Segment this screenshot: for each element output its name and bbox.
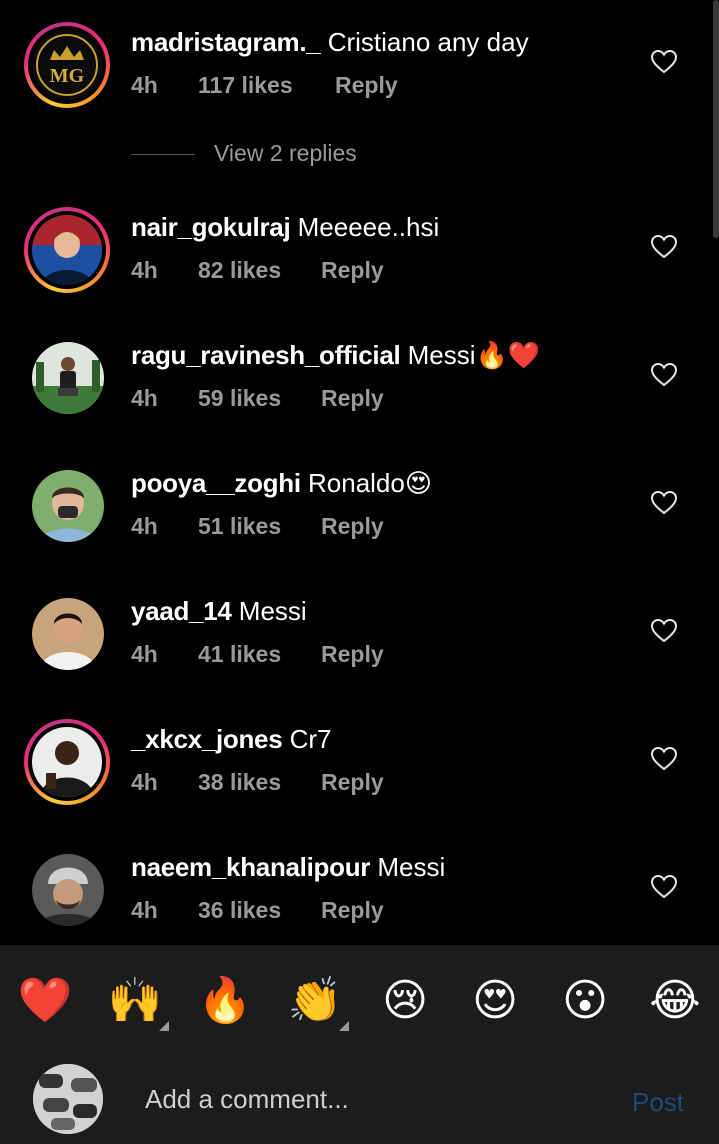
reaction-clapping-hands[interactable]: 👏 (287, 973, 349, 1031)
comment-item: naeem_khanalipour Messi 4h 36 likes Repl… (0, 847, 719, 957)
avatar[interactable] (32, 470, 104, 542)
comment-username[interactable]: naeem_khanalipour (131, 852, 370, 882)
comment-input[interactable]: Add a comment... (145, 1084, 349, 1115)
comment-username[interactable]: nair_gokulraj (131, 212, 291, 242)
avatar (32, 727, 102, 797)
comment-item: MG madristagram._ Cristiano any day 4h 1… (0, 22, 719, 132)
avatar[interactable] (32, 854, 104, 926)
avatar-story-ring[interactable] (24, 719, 110, 805)
comment-likes[interactable]: 82 likes (198, 257, 281, 284)
comment-item: nair_gokulraj Meeeee..hsi 4h 82 likes Re… (0, 207, 719, 317)
comments-list: MG madristagram._ Cristiano any day 4h 1… (0, 0, 719, 945)
reply-button[interactable]: Reply (321, 897, 384, 924)
comment-text: Messi🔥❤️ (407, 340, 541, 370)
comment-item: _xkcx_jones Cr7 4h 38 likes Reply (0, 719, 719, 829)
skin-tone-triangle-icon (339, 1021, 349, 1031)
reply-button[interactable]: Reply (321, 513, 384, 540)
comment-time: 4h (131, 641, 158, 667)
avatar: MG (32, 30, 102, 100)
heart-outline-icon[interactable] (651, 235, 677, 259)
reply-button[interactable]: Reply (321, 257, 384, 284)
reaction-tears-of-joy[interactable]: 😂 (647, 973, 703, 1029)
comment-item: ragu_ravinesh_official Messi🔥❤️ 4h 59 li… (0, 335, 719, 445)
reply-button[interactable]: Reply (335, 72, 398, 99)
raising-hands-emoji: 🙌 (107, 976, 163, 1025)
comment-username[interactable]: yaad_14 (131, 596, 232, 626)
skin-tone-triangle-icon (159, 1021, 169, 1031)
comment-time: 4h (131, 257, 158, 283)
reaction-red-heart[interactable]: ❤️ (17, 973, 73, 1029)
heart-outline-icon[interactable] (651, 491, 677, 515)
comment-likes[interactable]: 38 likes (198, 769, 281, 796)
comment-likes[interactable]: 59 likes (198, 385, 281, 412)
comment-username[interactable]: pooya__zoghi (131, 468, 301, 498)
comment-time: 4h (131, 897, 158, 923)
heart-outline-icon[interactable] (651, 363, 677, 387)
comment-item: yaad_14 Messi 4h 41 likes Reply (0, 591, 719, 701)
heart-outline-icon[interactable] (651, 50, 677, 74)
comment-text: Cristiano any day (327, 27, 529, 57)
comment-text: Messi (377, 852, 446, 882)
heart-outline-icon[interactable] (651, 875, 677, 899)
reply-button[interactable]: Reply (321, 769, 384, 796)
heart-outline-icon[interactable] (651, 619, 677, 643)
reply-button[interactable]: Reply (321, 385, 384, 412)
reply-button[interactable]: Reply (321, 641, 384, 668)
comment-composer-panel: ❤️ 🙌 🔥 👏 😢 😍 😮 😂 Add a comment... Post (0, 945, 719, 1144)
comment-likes[interactable]: 51 likes (198, 513, 281, 540)
comment-username[interactable]: ragu_ravinesh_official (131, 340, 401, 370)
comment-item: pooya__zoghi Ronaldo😍 4h 51 likes Reply (0, 463, 719, 573)
comment-time: 4h (131, 513, 158, 539)
reaction-crying-face[interactable]: 😢 (377, 973, 433, 1029)
comment-likes[interactable]: 41 likes (198, 641, 281, 668)
avatar[interactable] (32, 342, 104, 414)
avatar (32, 215, 102, 285)
comment-time: 4h (131, 72, 158, 98)
reaction-fire[interactable]: 🔥 (197, 973, 253, 1029)
reaction-surprised-face[interactable]: 😮 (557, 973, 613, 1029)
avatar[interactable] (32, 598, 104, 670)
comment-likes[interactable]: 117 likes (198, 72, 293, 99)
comment-likes[interactable]: 36 likes (198, 897, 281, 924)
view-replies-label[interactable]: View 2 replies (214, 140, 357, 167)
svg-text:MG: MG (50, 65, 85, 87)
comment-text: Cr7 (289, 724, 332, 754)
quick-reactions: ❤️ 🙌 🔥 👏 😢 😍 😮 😂 (0, 973, 719, 1033)
comment-time: 4h (131, 769, 158, 795)
comment-username[interactable]: madristagram._ (131, 27, 321, 57)
comment-text: Meeeee..hsi (297, 212, 440, 242)
reply-divider (131, 154, 195, 155)
reaction-raising-hands[interactable]: 🙌 (107, 973, 169, 1031)
comment-composer: Add a comment... Post (0, 1060, 719, 1140)
post-button[interactable]: Post (632, 1087, 684, 1118)
comment-username[interactable]: _xkcx_jones (131, 724, 283, 754)
clapping-hands-emoji: 👏 (287, 976, 343, 1025)
heart-outline-icon[interactable] (651, 747, 677, 771)
current-user-avatar[interactable] (33, 1064, 103, 1134)
avatar-story-ring[interactable]: MG (24, 22, 110, 108)
reaction-heart-eyes[interactable]: 😍 (467, 973, 523, 1029)
comment-text: Messi (238, 596, 307, 626)
avatar-story-ring[interactable] (24, 207, 110, 293)
comment-time: 4h (131, 385, 158, 411)
comment-text: Ronaldo😍 (308, 468, 432, 498)
